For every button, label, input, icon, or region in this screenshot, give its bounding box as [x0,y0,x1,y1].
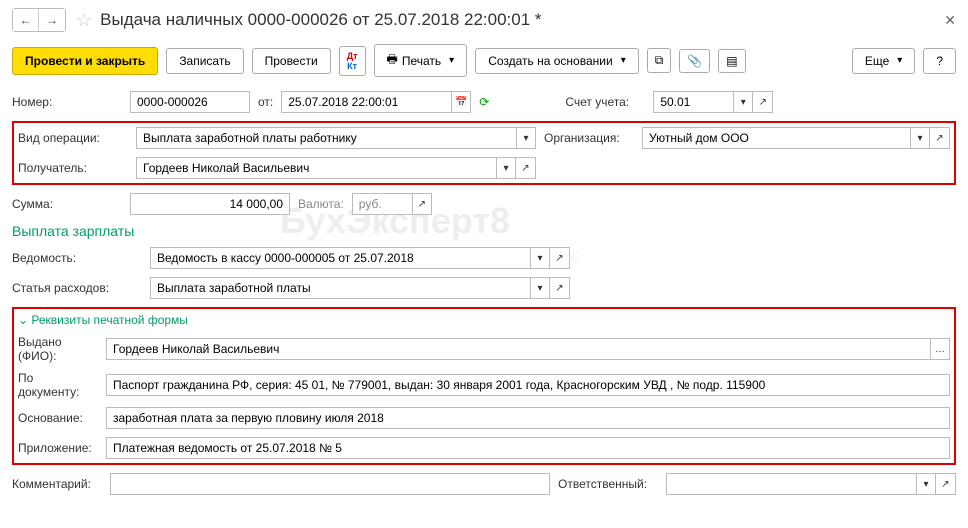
account-dropdown-icon[interactable]: ▾ [733,91,753,113]
salary-section-title: Выплата зарплаты [12,223,956,239]
related-button[interactable]: ⧉ [647,48,672,73]
from-label: от: [258,95,273,109]
optype-input[interactable] [136,127,516,149]
star-icon[interactable]: ☆ [76,10,92,31]
print-button[interactable]: 🖶 Печать [374,44,468,77]
basis-input[interactable] [106,407,950,429]
comment-label: Комментарий: [12,477,102,491]
currency-input [352,193,412,215]
recipient-dropdown-icon[interactable]: ▾ [496,157,516,179]
row-sum: Сумма: Валюта: ↗ [12,193,956,215]
date-input[interactable] [281,91,451,113]
issued-input[interactable] [106,338,930,360]
refresh-icon[interactable]: ⟳ [479,95,489,109]
org-dropdown-icon[interactable]: ▾ [910,127,930,149]
attach-label: Приложение: [18,441,98,455]
dtkt-button[interactable]: ДтКт [339,46,366,76]
close-icon[interactable]: ✕ [944,12,956,29]
row-comment: Комментарий: Ответственный: ▾ ↗ [12,473,956,495]
forward-button[interactable]: → [39,9,65,31]
back-button[interactable]: ← [13,9,39,31]
org-input[interactable] [642,127,910,149]
post-button[interactable]: Провести [252,48,331,74]
attach-input[interactable] [106,437,950,459]
row-vedomost: Ведомость: ▾ ↗ [12,247,956,269]
account-open-icon[interactable]: ↗ [753,91,773,113]
vedomost-open-icon[interactable]: ↗ [550,247,570,269]
record-button[interactable]: Записать [166,48,243,74]
highlighted-section-2: ⌄ Реквизиты печатной формы Выдано (ФИО):… [12,307,956,465]
optype-label: Вид операции: [18,131,128,145]
optype-dropdown-icon[interactable]: ▾ [516,127,536,149]
expense-dropdown-icon[interactable]: ▾ [530,277,550,299]
more-button[interactable]: Еще [852,48,915,74]
list-button[interactable]: ▤ [718,49,745,73]
number-label: Номер: [12,95,122,109]
list-icon: ▤ [726,54,737,68]
print-req-toggle[interactable]: ⌄ Реквизиты печатной формы [18,313,950,327]
page-title: Выдача наличных 0000-000026 от 25.07.201… [100,10,944,30]
create-based-button[interactable]: Создать на основании [475,48,639,74]
responsible-label: Ответственный: [558,477,658,491]
recipient-label: Получатель: [18,161,128,175]
printer-icon: 🖶 [387,50,398,71]
highlighted-section-1: Вид операции: ▾ Организация: ▾ ↗ Получат… [12,121,956,185]
vedomost-label: Ведомость: [12,251,142,265]
account-label: Счет учета: [565,95,645,109]
currency-label: Валюта: [298,197,344,211]
expense-input[interactable] [150,277,530,299]
recipient-open-icon[interactable]: ↗ [516,157,536,179]
clip-icon: 📎 [687,54,702,68]
account-input[interactable] [653,91,733,113]
responsible-input[interactable] [666,473,916,495]
org-label: Организация: [544,131,634,145]
related-icon: ⧉ [655,53,664,68]
responsible-open-icon[interactable]: ↗ [936,473,956,495]
doc-input[interactable] [106,374,950,396]
help-button[interactable]: ? [923,48,956,74]
sum-input[interactable] [130,193,290,215]
expense-label: Статья расходов: [12,281,142,295]
currency-open-icon[interactable]: ↗ [412,193,432,215]
post-close-button[interactable]: Провести и закрыть [12,47,158,75]
sum-label: Сумма: [12,197,122,211]
doc-label: По документу: [18,371,98,399]
toolbar: Провести и закрыть Записать Провести ДтК… [12,44,956,77]
basis-label: Основание: [18,411,98,425]
org-open-icon[interactable]: ↗ [930,127,950,149]
issued-more-icon[interactable]: … [930,338,950,360]
issued-label: Выдано (ФИО): [18,335,98,363]
vedomost-input[interactable] [150,247,530,269]
comment-input[interactable] [110,473,550,495]
row-number: Номер: от: 📅 ⟳ Счет учета: ▾ ↗ [12,91,956,113]
row-expense: Статья расходов: ▾ ↗ [12,277,956,299]
recipient-input[interactable] [136,157,496,179]
clip-button[interactable]: 📎 [679,49,710,73]
nav-buttons: ← → [12,8,66,32]
vedomost-dropdown-icon[interactable]: ▾ [530,247,550,269]
chevron-down-icon: ⌄ [18,313,28,327]
expense-open-icon[interactable]: ↗ [550,277,570,299]
responsible-dropdown-icon[interactable]: ▾ [916,473,936,495]
header: ← → ☆ Выдача наличных 0000-000026 от 25.… [12,8,956,32]
calendar-icon[interactable]: 📅 [451,91,471,113]
number-input[interactable] [130,91,250,113]
